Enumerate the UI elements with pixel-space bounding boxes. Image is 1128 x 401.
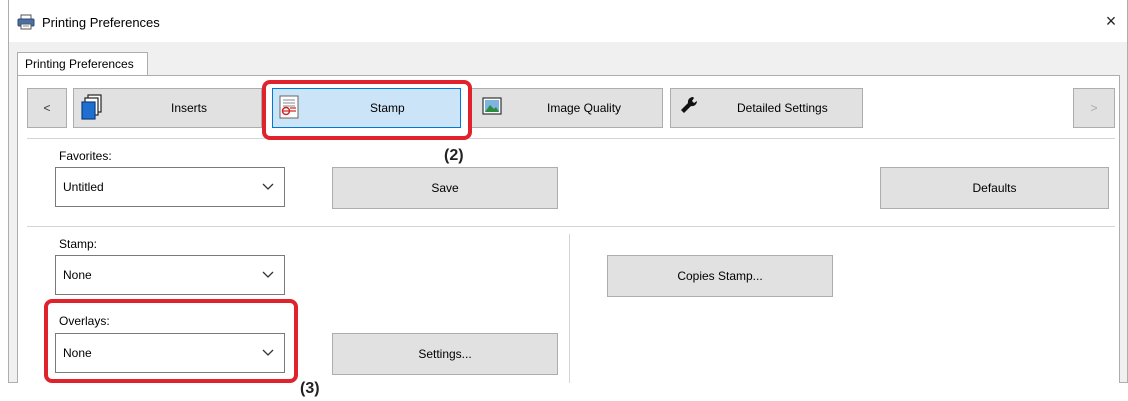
image-quality-icon <box>482 97 502 115</box>
stamp-value: None <box>63 268 92 282</box>
divider <box>27 226 1115 227</box>
stamp-select[interactable]: None <box>55 255 285 295</box>
favorites-label: Favorites: <box>59 149 112 163</box>
divider <box>27 138 1115 139</box>
printer-icon <box>17 14 35 30</box>
title-bar <box>9 0 1127 42</box>
close-button[interactable]: × <box>1100 10 1122 32</box>
chevron-down-icon <box>262 271 274 278</box>
vertical-divider <box>569 234 570 383</box>
tab-inserts-label: Inserts <box>171 101 208 115</box>
callout-label-2: (2) <box>444 147 464 164</box>
callout-label-3: (3) <box>300 380 320 397</box>
defaults-button[interactable]: Defaults <box>880 167 1109 209</box>
tab-detailed-settings[interactable]: Detailed Settings <box>670 88 863 128</box>
favorites-value: Untitled <box>63 180 104 194</box>
stamp-label: Stamp: <box>59 237 98 251</box>
wrench-icon <box>681 96 698 113</box>
copies-stamp-button[interactable]: Copies Stamp... <box>607 255 833 297</box>
favorites-select[interactable]: Untitled <box>55 167 285 207</box>
tab-image-quality-label: Image Quality <box>547 101 622 115</box>
tab-detailed-settings-label: Detailed Settings <box>737 101 828 115</box>
save-button[interactable]: Save <box>332 167 558 209</box>
next-tab-button[interactable]: > <box>1073 88 1115 128</box>
prev-tab-button[interactable]: < <box>27 88 67 128</box>
tab-printing-preferences[interactable]: Printing Preferences <box>17 52 148 76</box>
callout-box-2 <box>262 80 472 140</box>
tab-image-quality[interactable]: Image Quality <box>470 88 663 128</box>
window-title: Printing Preferences <box>42 15 160 30</box>
callout-box-3 <box>44 299 298 383</box>
tab-inserts[interactable]: Inserts <box>73 88 262 128</box>
chevron-down-icon <box>262 183 274 190</box>
settings-button[interactable]: Settings... <box>332 333 558 375</box>
pages-icon <box>81 94 102 120</box>
